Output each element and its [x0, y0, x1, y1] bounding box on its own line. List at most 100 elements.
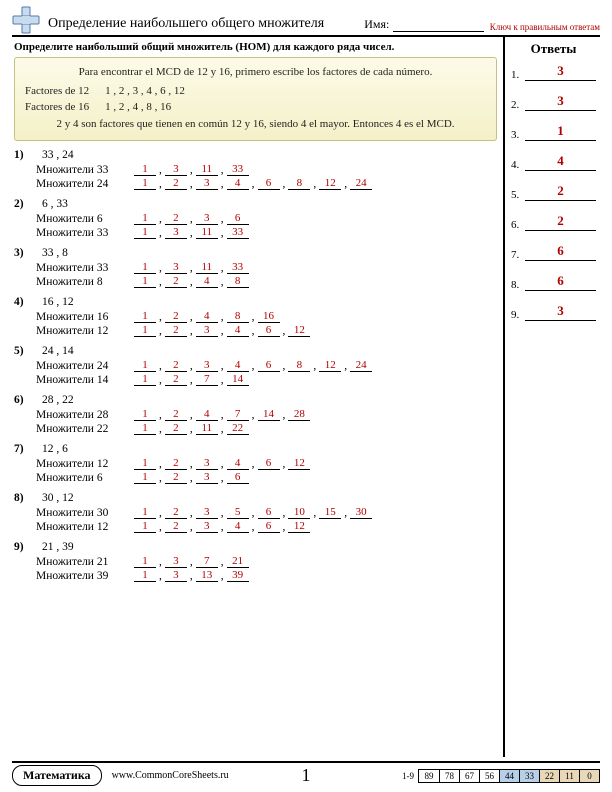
problem-values: 24 , 14: [42, 345, 74, 357]
score-cell: 56: [479, 770, 499, 782]
name-label: Имя:: [364, 17, 389, 34]
factor-value: 28: [288, 408, 310, 421]
problem-number: 2): [14, 198, 34, 210]
answer-row: 7.6: [511, 243, 596, 261]
score-range: 1-9: [402, 771, 414, 781]
answer-number: 4.: [511, 159, 525, 171]
factor-value: 1: [134, 555, 156, 568]
factor-label: Множители 24: [36, 178, 126, 190]
problem-number: 9): [14, 541, 34, 553]
footer: Математика www.CommonCoreSheets.ru 1 1-9…: [12, 761, 600, 786]
factor-label: Множители 6: [36, 472, 126, 484]
answer-row: 9.3: [511, 303, 596, 321]
factor-value: 3: [196, 212, 218, 225]
factor-value: 1: [134, 457, 156, 470]
answer-value: 2: [525, 213, 596, 231]
score-grid: 89786756443322110: [418, 769, 600, 783]
factor-value: 14: [227, 373, 249, 386]
problem: 8)30 , 12Множители 301,2,3,5,6,10,15,30М…: [14, 492, 497, 533]
problem-values: 16 , 12: [42, 296, 74, 308]
factor-value: 2: [165, 408, 187, 421]
factor-label: Множители 16: [36, 311, 126, 323]
factor-value: 2: [165, 471, 187, 484]
page-title: Определение наибольшего общего множителя: [48, 16, 324, 34]
answer-number: 9.: [511, 309, 525, 321]
problem: 4)16 , 12Множители 161,2,4,8,16Множители…: [14, 296, 497, 337]
factor-value: 6: [227, 471, 249, 484]
factor-list: 1,2,3,4,6,12: [134, 324, 310, 337]
score-cell: 89: [419, 770, 439, 782]
problem: 2)6 , 33Множители 61,2,3,6Множители 331,…: [14, 198, 497, 239]
problem: 6)28 , 22Множители 281,2,4,7,14,28Множит…: [14, 394, 497, 435]
factor-value: 3: [165, 261, 187, 274]
problem-number: 6): [14, 394, 34, 406]
factor-value: 1: [134, 359, 156, 372]
example-f12-vals: 1 , 2 , 3 , 4 , 6 , 12: [105, 83, 185, 100]
factor-label: Множители 33: [36, 262, 126, 274]
factor-value: 3: [165, 569, 187, 582]
factor-label: Множители 12: [36, 521, 126, 533]
score-cell: 78: [439, 770, 459, 782]
factor-value: 2: [165, 506, 187, 519]
factor-value: 3: [196, 324, 218, 337]
problem-number: 4): [14, 296, 34, 308]
factor-value: 8: [288, 359, 310, 372]
answer-number: 2.: [511, 99, 525, 111]
factor-value: 2: [165, 422, 187, 435]
answers-list: 1.32.33.14.45.26.27.68.69.3: [511, 63, 596, 321]
factor-value: 11: [196, 422, 218, 435]
factor-value: 6: [227, 212, 249, 225]
factor-value: 2: [165, 359, 187, 372]
factor-list: 1,3,11,33: [134, 163, 249, 176]
factor-value: 1: [134, 471, 156, 484]
factor-value: 1: [134, 422, 156, 435]
factor-value: 4: [196, 310, 218, 323]
answer-row: 1.3: [511, 63, 596, 81]
answer-key-note: Ключ к правильным ответам: [490, 22, 600, 34]
example-f12-label: Factores de 12: [25, 83, 89, 100]
factor-label: Множители 21: [36, 556, 126, 568]
factor-value: 3: [165, 163, 187, 176]
problem: 3)33 , 8Множители 331,3,11,33Множители 8…: [14, 247, 497, 288]
factor-value: 14: [258, 408, 280, 421]
factor-value: 1: [134, 408, 156, 421]
answers-column: Ответы 1.32.33.14.45.26.27.68.69.3: [505, 37, 600, 757]
factor-value: 4: [227, 359, 249, 372]
factor-value: 6: [258, 457, 280, 470]
factor-label: Множители 30: [36, 507, 126, 519]
problem-values: 28 , 22: [42, 394, 74, 406]
factor-list: 1,2,3,6: [134, 471, 249, 484]
factor-value: 8: [227, 310, 249, 323]
answer-value: 4: [525, 153, 596, 171]
factor-list: 1,3,7,21: [134, 555, 249, 568]
factor-label: Множители 33: [36, 227, 126, 239]
factor-value: 4: [227, 324, 249, 337]
factor-value: 13: [196, 569, 218, 582]
factor-list: 1,2,3,4,6,8,12,24: [134, 359, 372, 372]
factor-value: 3: [196, 471, 218, 484]
problem-values: 30 , 12: [42, 492, 74, 504]
name-input-line[interactable]: [393, 20, 483, 32]
example-f16-vals: 1 , 2 , 4 , 8 , 16: [105, 99, 171, 116]
problems-list: 1)33 , 24Множители 331,3,11,33Множители …: [14, 149, 497, 582]
factor-value: 4: [196, 275, 218, 288]
problem-values: 33 , 24: [42, 149, 74, 161]
factor-value: 1: [134, 261, 156, 274]
factor-label: Множители 14: [36, 374, 126, 386]
factor-value: 3: [165, 555, 187, 568]
answer-row: 2.3: [511, 93, 596, 111]
problem-values: 6 , 33: [42, 198, 68, 210]
factor-value: 4: [227, 177, 249, 190]
score-cell: 22: [539, 770, 559, 782]
answer-number: 7.: [511, 249, 525, 261]
factor-value: 1: [134, 520, 156, 533]
answer-row: 3.1: [511, 123, 596, 141]
problem-values: 12 , 6: [42, 443, 68, 455]
factor-list: 1,2,7,14: [134, 373, 249, 386]
factor-label: Множители 12: [36, 458, 126, 470]
answer-value: 3: [525, 63, 596, 81]
problem-number: 3): [14, 247, 34, 259]
answer-row: 5.2: [511, 183, 596, 201]
factor-value: 2: [165, 324, 187, 337]
factor-value: 3: [165, 226, 187, 239]
